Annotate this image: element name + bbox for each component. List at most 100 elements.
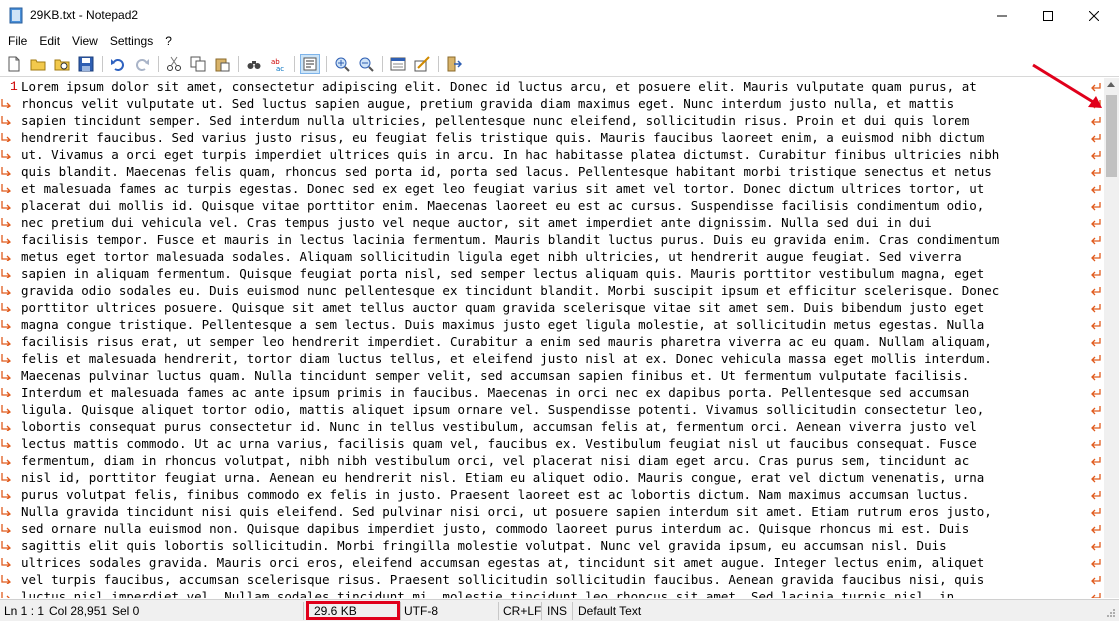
- toolbar: ab ac: [0, 52, 1119, 77]
- text-line: ultrices sodales gravida. Mauris orci er…: [1, 554, 1087, 571]
- text-line: purus volutpat felis, finibus commodo ex…: [1, 486, 1087, 503]
- line-text: porttitor ultrices posuere. Quisque sit …: [21, 300, 985, 315]
- wrap-end-marker-icon: [1089, 469, 1103, 486]
- copy-icon: [190, 56, 206, 72]
- menu-edit[interactable]: Edit: [33, 31, 66, 51]
- status-column: Col 28,951: [49, 604, 108, 618]
- replace-button[interactable]: ab ac: [268, 54, 288, 74]
- new-file-button[interactable]: [4, 54, 24, 74]
- status-selection: Sel 0: [112, 604, 140, 618]
- line-text: metus eget tortor malesuada sodales. Ali…: [21, 249, 962, 264]
- wrap-start-marker-icon: [1, 303, 11, 312]
- browse-icon: [54, 59, 70, 71]
- text-line: ut. Vivamus a orci eget turpis imperdiet…: [1, 146, 1087, 163]
- text-line: facilisis risus erat, ut semper leo hend…: [1, 333, 1087, 350]
- text-line: luctus nisl imperdiet vel. Nullam sodale…: [1, 588, 1087, 598]
- find-button[interactable]: [244, 54, 264, 74]
- text-content[interactable]: Lorem ipsum dolor sit amet, consectetur …: [1, 78, 1087, 598]
- menu-settings[interactable]: Settings: [104, 31, 159, 51]
- undo-button[interactable]: [108, 54, 128, 74]
- text-line: metus eget tortor malesuada sodales. Ali…: [1, 248, 1087, 265]
- maximize-button[interactable]: [1025, 0, 1071, 31]
- annotation-arrow-icon: [1032, 63, 1102, 108]
- menu-bar: File Edit View Settings ?: [0, 31, 1119, 51]
- paste-icon: [215, 58, 230, 72]
- wrap-start-marker-icon: [1, 337, 11, 346]
- wrap-start-marker-icon: [1, 133, 11, 142]
- cut-button[interactable]: [164, 54, 184, 74]
- text-line: gravida odio sodales eu. Duis euismod nu…: [1, 282, 1087, 299]
- browse-button[interactable]: [52, 54, 72, 74]
- save-icon: [78, 56, 94, 72]
- text-line: sagittis elit quis lobortis sollicitudin…: [1, 537, 1087, 554]
- text-line: magna congue tristique. Pellentesque a s…: [1, 316, 1087, 333]
- text-line: ligula. Quisque aliquet tortor odio, mat…: [1, 401, 1087, 418]
- zoom-out-button[interactable]: [356, 54, 376, 74]
- text-line: sapien in aliquam fermentum. Quisque feu…: [1, 265, 1087, 282]
- menu-view[interactable]: View: [66, 31, 104, 51]
- wrap-end-marker-icon: [1089, 146, 1103, 163]
- status-encoding[interactable]: UTF-8: [404, 603, 438, 619]
- open-button[interactable]: [28, 54, 48, 74]
- paste-button[interactable]: [212, 54, 232, 74]
- close-button[interactable]: [1071, 0, 1117, 31]
- line-text: fermentum, diam in rhoncus volutpat, nib…: [21, 453, 970, 468]
- select-scheme-icon: [390, 57, 406, 71]
- status-insert-mode[interactable]: INS: [547, 603, 567, 619]
- wrap-end-marker-icon: [1089, 486, 1103, 503]
- zoom-in-icon: [335, 57, 350, 72]
- zoom-out-icon: [359, 57, 374, 72]
- wrap-end-marker-icon: [1089, 316, 1103, 333]
- line-text: ultrices sodales gravida. Mauris orci er…: [21, 555, 985, 570]
- resize-grip-icon[interactable]: [1106, 608, 1116, 618]
- line-text: vel turpis faucibus, accumsan scelerisqu…: [21, 572, 985, 587]
- text-line: quis blandit. Maecenas felis quam, rhonc…: [1, 163, 1087, 180]
- find-icon: [247, 61, 261, 69]
- minimize-button[interactable]: [979, 0, 1025, 31]
- exit-button[interactable]: [444, 54, 464, 74]
- wrap-end-marker-icon: [1089, 350, 1103, 367]
- replace-icon: abac: [271, 58, 284, 72]
- wrap-start-marker-icon: [1, 456, 11, 465]
- copy-button[interactable]: [188, 54, 208, 74]
- wrap-start-marker-icon: [1, 473, 11, 482]
- line-text: magna congue tristique. Pellentesque a s…: [21, 317, 985, 332]
- wrap-end-marker-icon: [1089, 554, 1103, 571]
- zoom-in-button[interactable]: [332, 54, 352, 74]
- menu-file[interactable]: File: [2, 31, 33, 51]
- wrap-start-marker-icon: [1, 405, 11, 414]
- vertical-scrollbar[interactable]: [1104, 78, 1119, 598]
- line-text: quis blandit. Maecenas felis quam, rhonc…: [21, 164, 992, 179]
- text-editor[interactable]: 1 Lorem ipsum dolor sit amet, consectetu…: [0, 78, 1104, 598]
- customize-scheme-button[interactable]: [412, 54, 432, 74]
- text-line: fermentum, diam in rhoncus volutpat, nib…: [1, 452, 1087, 469]
- wrap-end-marker-icon: [1089, 537, 1103, 554]
- text-line: Maecenas pulvinar luctus quam. Nulla tin…: [1, 367, 1087, 384]
- title-bar[interactable]: 29KB.txt - Notepad2: [0, 0, 1119, 31]
- status-scheme[interactable]: Default Text: [578, 603, 641, 619]
- wrap-end-marker-icon: [1089, 520, 1103, 537]
- customize-scheme-icon: [414, 56, 430, 72]
- text-line: sed ornare nulla euismod non. Quisque da…: [1, 520, 1087, 537]
- word-wrap-button[interactable]: [300, 54, 320, 74]
- open-folder-icon: [30, 59, 46, 71]
- wrap-end-marker-icon: [1089, 180, 1103, 197]
- wrap-start-marker-icon: [1, 116, 11, 125]
- text-line: sapien tincidunt semper. Sed interdum nu…: [1, 112, 1087, 129]
- line-text: nec pretium dui vehicula vel. Cras tempu…: [21, 215, 932, 230]
- menu-help[interactable]: ?: [159, 31, 178, 51]
- wrap-start-marker-icon: [1, 541, 11, 550]
- redo-button[interactable]: [132, 54, 152, 74]
- wrap-end-marker-icon: [1089, 248, 1103, 265]
- line-text: ut. Vivamus a orci eget turpis imperdiet…: [21, 147, 1000, 162]
- wrap-start-marker-icon: [1, 507, 11, 516]
- wrap-start-marker-icon: [1, 269, 11, 278]
- wrap-start-marker-icon: [1, 558, 11, 567]
- save-button[interactable]: [76, 54, 96, 74]
- wrap-end-marker-icon: [1089, 214, 1103, 231]
- scroll-up-arrow-icon[interactable]: [1107, 82, 1115, 87]
- select-scheme-button[interactable]: [388, 54, 408, 74]
- wrap-start-marker-icon: [1, 99, 11, 108]
- status-line-endings[interactable]: CR+LF: [503, 603, 541, 619]
- text-line: lectus mattis commodo. Ut ac urna varius…: [1, 435, 1087, 452]
